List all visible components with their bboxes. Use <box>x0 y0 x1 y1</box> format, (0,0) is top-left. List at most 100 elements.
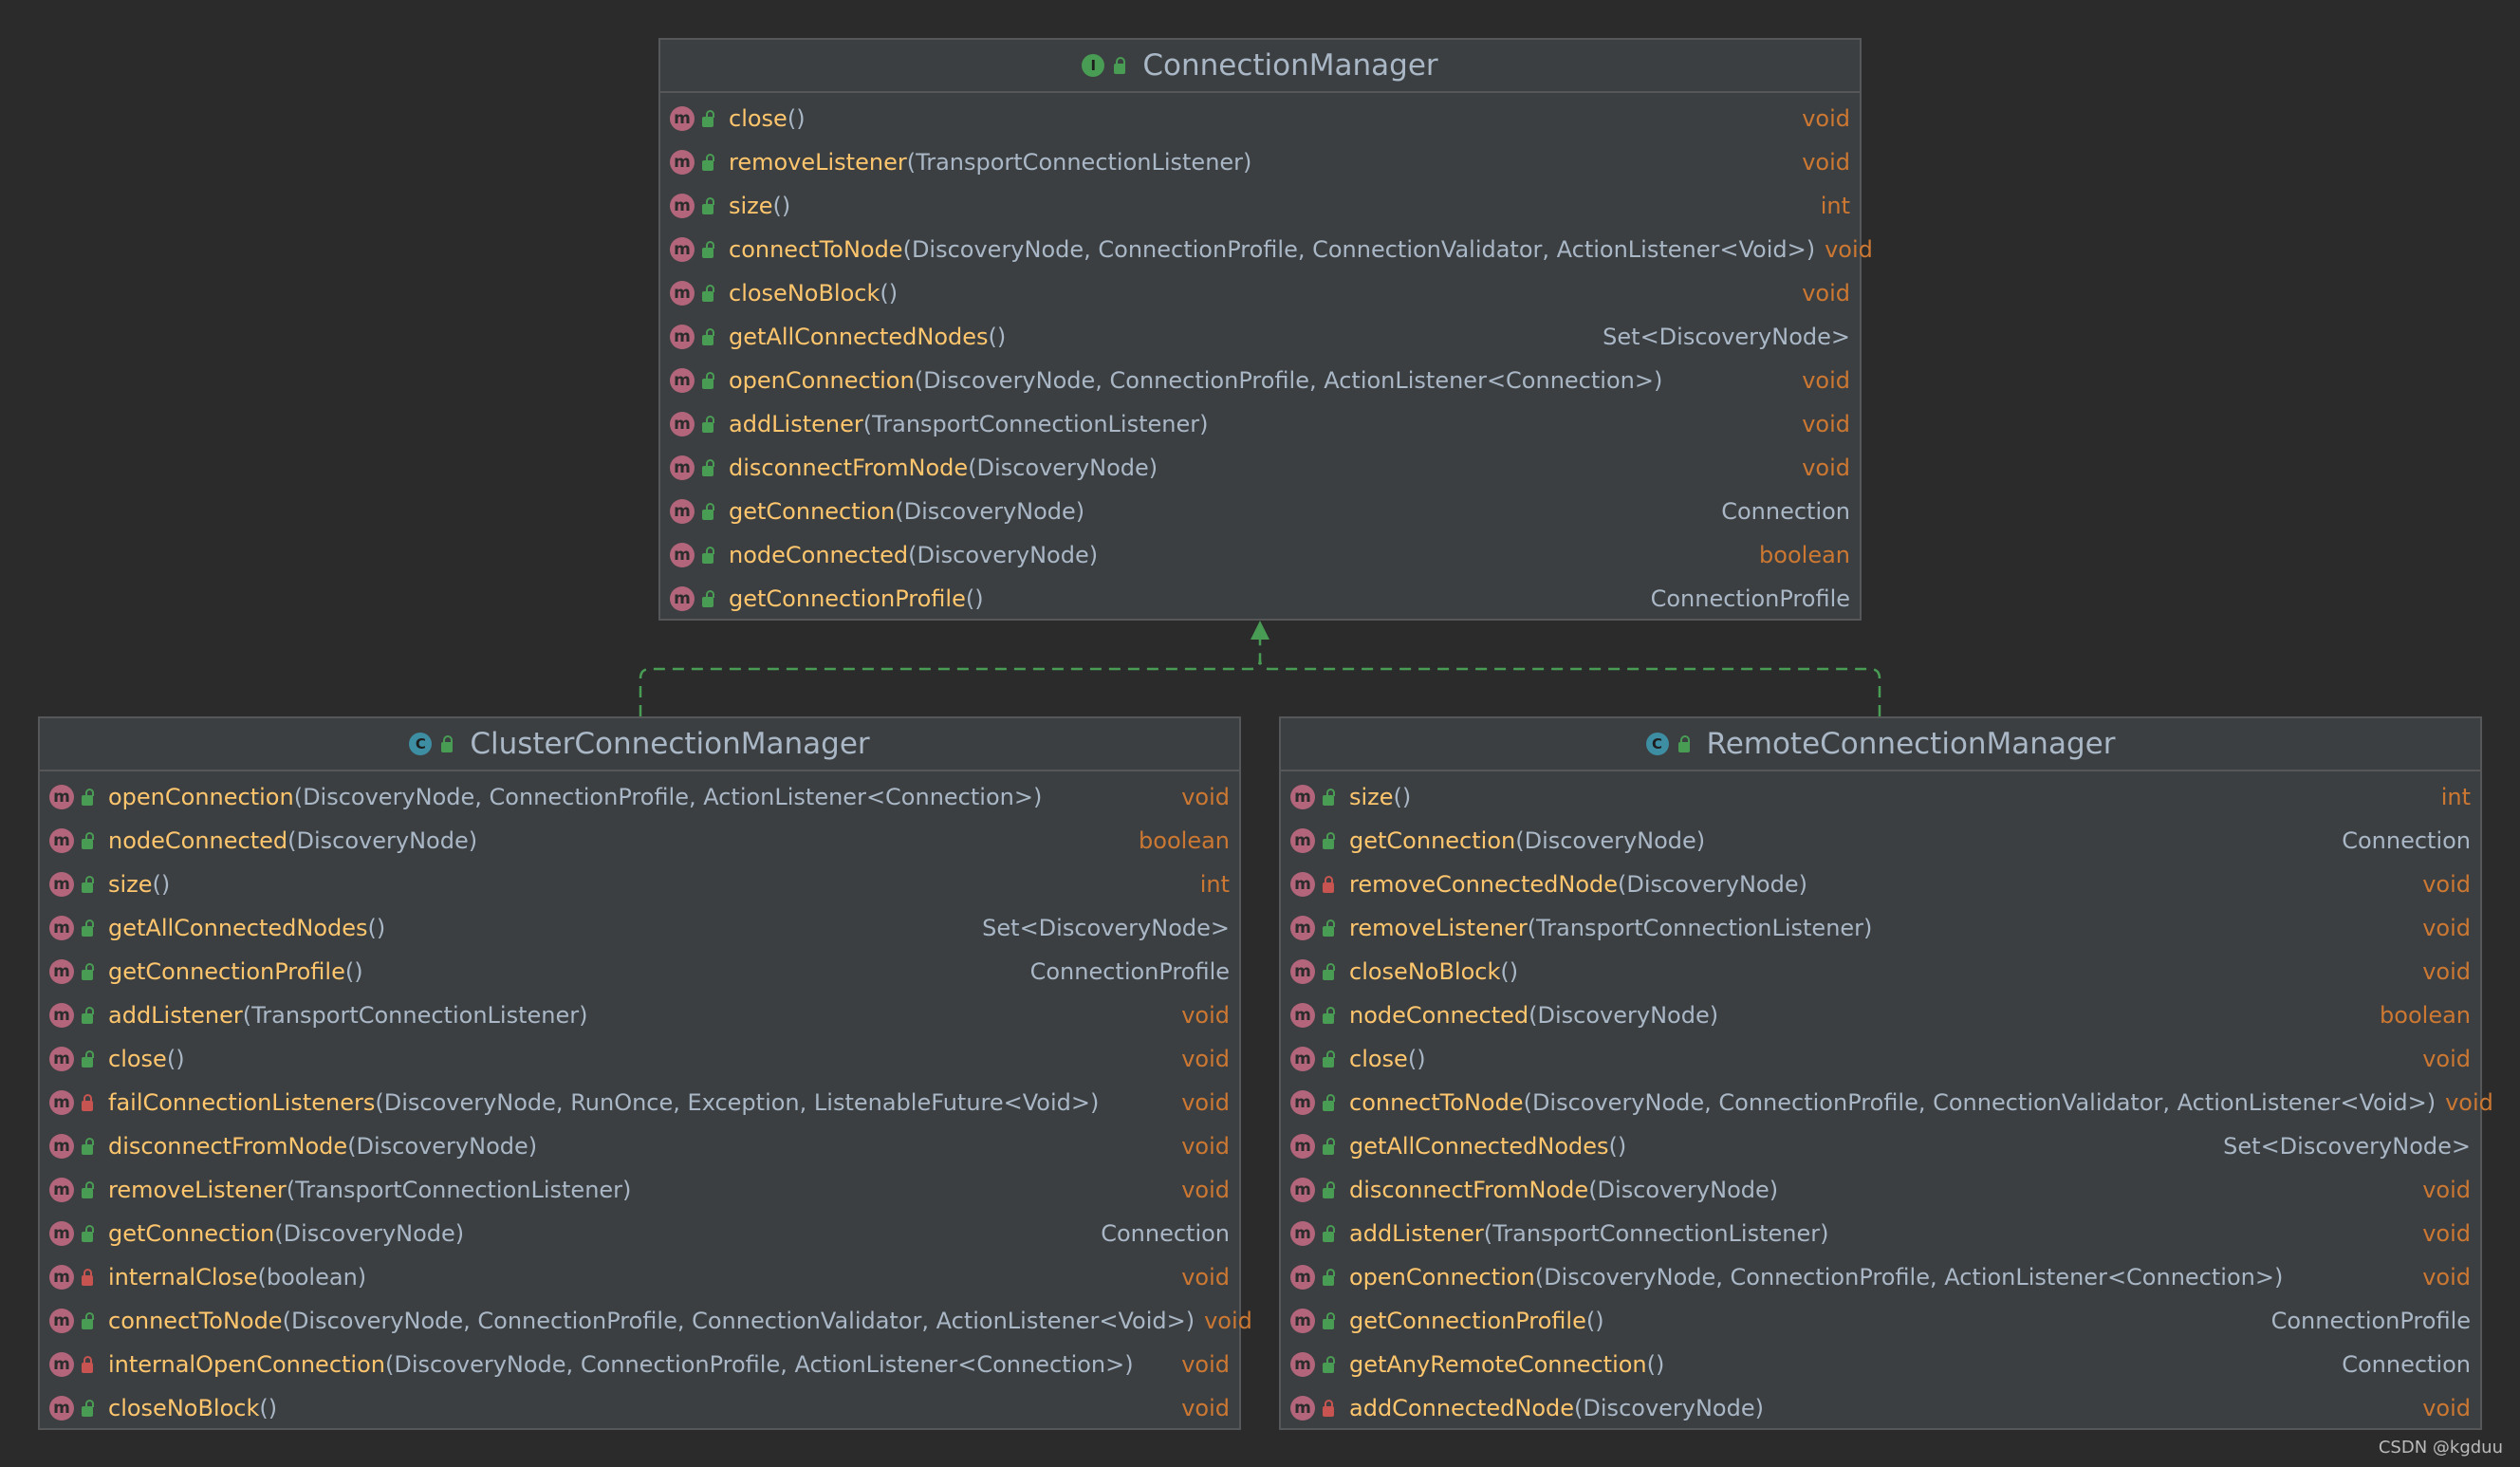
method-params: () <box>1393 784 1412 810</box>
method-row[interactable]: m close() void <box>1281 1037 2480 1081</box>
method-params: (DiscoveryNode, ConnectionProfile, Actio… <box>1534 1264 2284 1291</box>
method-row[interactable]: m getAllConnectedNodes() Set<DiscoveryNode… <box>40 906 1239 950</box>
method-row[interactable]: m connectToNode (DiscoveryNode, Connection… <box>40 1299 1252 1343</box>
public-lock-icon <box>1323 962 1335 980</box>
method-row[interactable]: m addListener (TransportConnectionListener… <box>1281 1212 2480 1255</box>
method-row[interactable]: m close() void <box>40 1037 1239 1081</box>
method-row[interactable]: m removeListener (TransportConnectionListe… <box>1281 906 2480 950</box>
method-row[interactable]: m addListener (TransportConnectionListener… <box>40 993 1239 1037</box>
return-type: int <box>1820 193 1850 219</box>
return-type: void <box>1204 1308 1252 1334</box>
method-row[interactable]: m closeNoBlock() void <box>1281 950 2480 993</box>
method-row[interactable]: m getAnyRemoteConnection() Connection <box>1281 1343 2480 1386</box>
method-name: connectToNode <box>729 236 903 263</box>
method-row[interactable]: m failConnectionListeners (DiscoveryNode, … <box>40 1081 1239 1124</box>
class-title: ClusterConnectionManager <box>470 727 870 761</box>
method-row[interactable]: m nodeConnected (DiscoveryNode) boolean <box>1281 993 2480 1037</box>
method-params: () <box>965 585 984 612</box>
public-lock-icon <box>1323 1355 1335 1373</box>
public-lock-icon <box>702 284 714 302</box>
method-name: internalClose <box>108 1264 258 1291</box>
method-row[interactable]: m openConnection (DiscoveryNode, Connectio… <box>1281 1255 2480 1299</box>
public-lock-icon <box>1323 1093 1335 1111</box>
method-params: (boolean) <box>257 1264 367 1291</box>
class-box-remote-connection-manager[interactable]: C RemoteConnectionManager m size() int m get… <box>1279 716 2493 1430</box>
method-row[interactable]: m close() void <box>660 97 1860 140</box>
method-icon: m <box>670 499 695 524</box>
return-type: void <box>1802 411 1850 437</box>
method-row[interactable]: m size() int <box>660 184 1860 228</box>
return-type: int <box>2440 784 2471 810</box>
method-icon: m <box>670 150 695 175</box>
return-type: void <box>1181 1351 1230 1378</box>
method-row[interactable]: m addConnectedNode (DiscoveryNode) void <box>1281 1386 2480 1430</box>
method-row[interactable]: m removeListener (TransportConnectionListe… <box>40 1168 1239 1212</box>
method-icon: m <box>670 368 695 393</box>
method-params: () <box>1407 1046 1426 1072</box>
method-row[interactable]: m disconnectFromNode (DiscoveryNode) void <box>40 1124 1239 1168</box>
method-params: (TransportConnectionListener) <box>242 1002 588 1029</box>
public-lock-icon <box>82 788 94 806</box>
method-params: (DiscoveryNode, ConnectionProfile, Actio… <box>384 1351 1134 1378</box>
method-row[interactable]: m disconnectFromNode (DiscoveryNode) void <box>1281 1168 2480 1212</box>
method-name: removeConnectedNode <box>1349 871 1619 898</box>
method-name: failConnectionListeners <box>108 1089 376 1116</box>
return-type: void <box>1181 1089 1230 1116</box>
return-type: void <box>1802 149 1850 176</box>
method-params: (TransportConnectionListener) <box>286 1177 632 1203</box>
method-row[interactable]: m closeNoBlock() void <box>660 271 1860 315</box>
method-params: () <box>1646 1351 1665 1378</box>
method-row[interactable]: m internalOpenConnection (DiscoveryNode, C… <box>40 1343 1239 1386</box>
public-lock-icon <box>1114 56 1126 74</box>
method-row[interactable]: m getConnection (DiscoveryNode) Connection <box>1281 819 2480 863</box>
method-icon: m <box>670 281 695 306</box>
method-row[interactable]: m nodeConnected (DiscoveryNode) boolean <box>40 819 1239 863</box>
method-row[interactable]: m getConnection (DiscoveryNode) Connection <box>40 1212 1239 1255</box>
method-row[interactable]: m getConnectionProfile() ConnectionProfile <box>1281 1299 2480 1343</box>
method-row[interactable]: m openConnection (DiscoveryNode, Connectio… <box>660 359 1860 402</box>
method-name: addListener <box>729 411 863 437</box>
method-row[interactable]: m connectToNode (DiscoveryNode, Connection… <box>660 228 1873 271</box>
method-name: disconnectFromNode <box>1349 1177 1589 1203</box>
method-icon: m <box>49 1003 74 1028</box>
method-row[interactable]: m nodeConnected (DiscoveryNode) boolean <box>660 533 1860 577</box>
interface-box-connection-manager[interactable]: I ConnectionManager m close() void m removeL… <box>658 38 1873 621</box>
method-params: () <box>367 915 386 941</box>
method-row[interactable]: m closeNoBlock() void <box>40 1386 1239 1430</box>
method-name: getAnyRemoteConnection <box>1349 1351 1647 1378</box>
method-name: removeListener <box>108 1177 287 1203</box>
method-params: (DiscoveryNode) <box>1529 1002 1719 1029</box>
method-icon: m <box>1290 1352 1315 1377</box>
method-params: (TransportConnectionListener) <box>862 411 1209 437</box>
method-row[interactable]: m size() int <box>40 863 1239 906</box>
method-row[interactable]: m getConnection (DiscoveryNode) Connection <box>660 490 1860 533</box>
method-icon: m <box>49 1396 74 1421</box>
method-row[interactable]: m removeConnectedNode (DiscoveryNode) void <box>1281 863 2480 906</box>
method-row[interactable]: m connectToNode (DiscoveryNode, Connection… <box>1281 1081 2493 1124</box>
method-row[interactable]: m addListener (TransportConnectionListener… <box>660 402 1860 446</box>
method-name: getConnection <box>1349 827 1516 854</box>
return-type: ConnectionProfile <box>2270 1308 2471 1334</box>
method-icon: m <box>670 455 695 480</box>
method-row[interactable]: m getAllConnectedNodes() Set<DiscoveryNode… <box>660 315 1860 359</box>
method-name: close <box>1349 1046 1408 1072</box>
method-row[interactable]: m getConnectionProfile() ConnectionProfile <box>40 950 1239 993</box>
method-row[interactable]: m getAllConnectedNodes() Set<DiscoveryNode… <box>1281 1124 2480 1168</box>
method-row[interactable]: m openConnection (DiscoveryNode, Connectio… <box>40 775 1239 819</box>
public-lock-icon <box>82 1224 94 1242</box>
class-box-cluster-connection-manager[interactable]: C ClusterConnectionManager m openConnecti… <box>38 716 1252 1430</box>
method-row[interactable]: m internalClose (boolean) void <box>40 1255 1239 1299</box>
method-row[interactable]: m getConnectionProfile() ConnectionProfile <box>660 577 1860 621</box>
public-lock-icon <box>702 153 714 171</box>
method-row[interactable]: m disconnectFromNode (DiscoveryNode) void <box>660 446 1860 490</box>
method-icon: m <box>49 1090 74 1115</box>
method-icon: m <box>49 828 74 853</box>
method-name: addListener <box>108 1002 243 1029</box>
public-lock-icon <box>702 415 714 433</box>
method-name: size <box>108 871 153 898</box>
class-method-list: m size() int m getConnection (DiscoveryNode) C… <box>1281 771 2493 1430</box>
method-name: getAllConnectedNodes <box>108 915 368 941</box>
method-row[interactable]: m size() int <box>1281 775 2480 819</box>
method-row[interactable]: m removeListener (TransportConnectionListe… <box>660 140 1860 184</box>
method-icon: m <box>670 194 695 218</box>
